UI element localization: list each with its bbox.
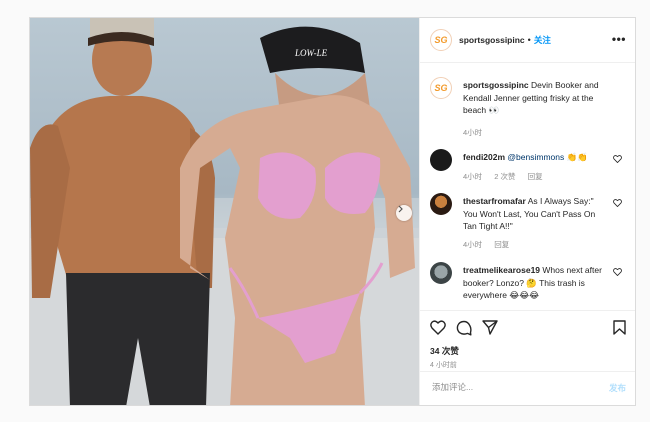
heart-icon[interactable] xyxy=(613,199,622,207)
save-bookmark-button[interactable] xyxy=(613,320,626,335)
caption-avatar[interactable]: SG xyxy=(430,77,452,99)
comment-time[interactable]: 4小时 xyxy=(463,172,482,181)
action-icons xyxy=(430,320,498,336)
comment-meta: 4小时 2 次赞 回复 xyxy=(463,171,553,182)
comment-icon[interactable] xyxy=(456,320,472,336)
comment-text: treatmelikearose19 Whos next after booke… xyxy=(463,264,605,302)
comment-mention[interactable]: @bensimmons xyxy=(507,152,564,162)
comment-username[interactable]: treatmelikearose19 xyxy=(463,265,540,275)
comment-likes[interactable]: 2 次赞 xyxy=(494,172,515,181)
avatar[interactable] xyxy=(430,262,452,284)
share-icon[interactable] xyxy=(482,320,498,335)
comment-time[interactable]: 4小时 xyxy=(463,240,482,249)
caption-username[interactable]: sportsgossipinc xyxy=(463,80,529,90)
comment-username[interactable]: fendi202m xyxy=(463,152,505,162)
avatar[interactable] xyxy=(430,193,452,215)
bookmark-icon xyxy=(613,320,626,335)
separator-dot: • xyxy=(527,35,531,45)
header-username[interactable]: sportsgossipinc xyxy=(459,35,525,45)
reply-button[interactable]: 回复 xyxy=(528,172,543,181)
heart-icon[interactable] xyxy=(613,268,622,276)
comment-input[interactable] xyxy=(430,381,584,393)
comment-text: fendi202m @bensimmons 👏👏 xyxy=(463,151,605,164)
comments-list[interactable]: SG sportsgossipinc Devin Booker and Kend… xyxy=(420,63,635,309)
comment-username[interactable]: thestarfromafar xyxy=(463,196,526,206)
likes-count[interactable]: 34 次赞 xyxy=(430,345,459,357)
more-options-icon[interactable]: ••• xyxy=(612,32,626,46)
avatar[interactable]: SG xyxy=(430,29,452,51)
action-bar: 34 次赞 4 小时前 xyxy=(420,310,635,371)
chevron-right-icon xyxy=(398,205,403,213)
post-header: SG sportsgossipinc • 关注 ••• xyxy=(420,18,635,63)
cap-logo: LOW-LE xyxy=(294,48,328,58)
like-heart-icon[interactable] xyxy=(430,320,446,335)
heart-icon[interactable] xyxy=(613,155,622,163)
comment-text: thestarfromafar As I Always Say:" You Wo… xyxy=(463,195,605,233)
caption-text: sportsgossipinc Devin Booker and Kendall… xyxy=(463,79,605,117)
caption-meta: 4小时 xyxy=(463,127,492,138)
instagram-post: LOW-LE SG sportsgossipinc • 关注 ••• SG sp… xyxy=(29,17,636,406)
caption-time[interactable]: 4小时 xyxy=(463,128,482,137)
next-image-button[interactable] xyxy=(396,205,412,221)
add-comment-bar: 发布 xyxy=(420,371,635,405)
beach-photo: LOW-LE xyxy=(30,18,419,405)
avatar[interactable] xyxy=(430,149,452,171)
comment-body: 👏👏 xyxy=(564,152,588,162)
post-image[interactable]: LOW-LE xyxy=(30,18,419,405)
reply-button[interactable]: 回复 xyxy=(494,240,509,249)
post-comment-button[interactable]: 发布 xyxy=(609,382,626,394)
comment-meta: 4小时 回复 xyxy=(463,239,519,250)
post-sidebar: SG sportsgossipinc • 关注 ••• SG sportsgos… xyxy=(419,18,635,405)
follow-button[interactable]: 关注 xyxy=(534,34,551,46)
post-time[interactable]: 4 小时前 xyxy=(430,360,457,370)
